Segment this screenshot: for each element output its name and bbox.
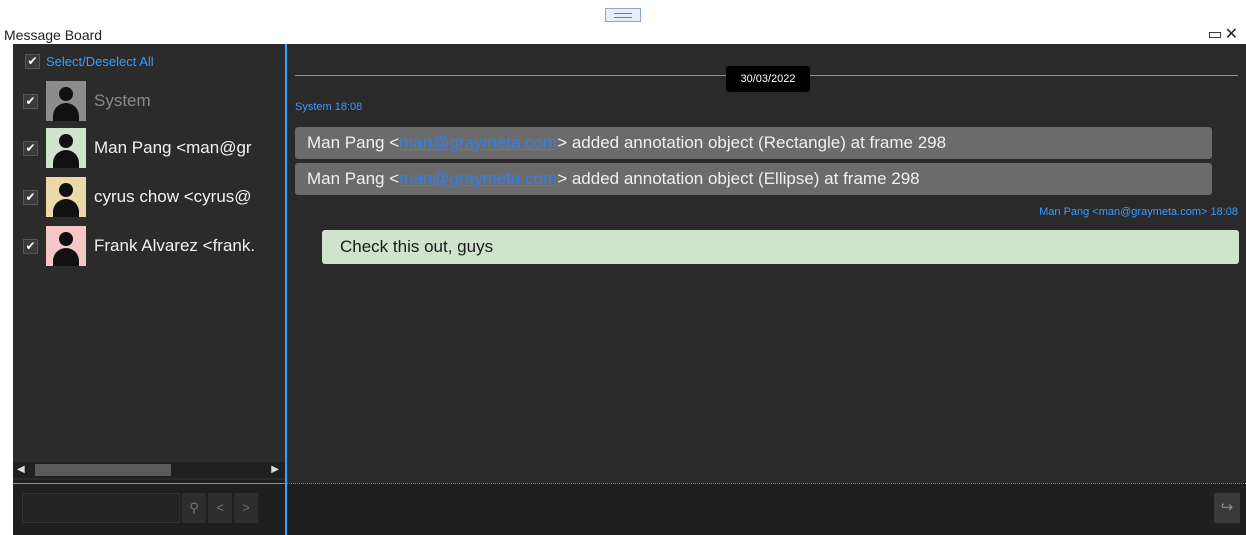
- divider: [13, 483, 285, 484]
- user-list-scrollbar[interactable]: ◀ ▶: [13, 462, 285, 478]
- avatar: [46, 177, 86, 217]
- avatar: [46, 226, 86, 266]
- composer[interactable]: [287, 484, 1246, 535]
- user-item-cyrus-chow[interactable]: ✔ cyrus chow <cyrus@: [23, 177, 252, 217]
- user-name: cyrus chow <cyrus@: [94, 187, 252, 206]
- next-button[interactable]: >: [234, 493, 258, 523]
- search-input[interactable]: [22, 493, 180, 523]
- avatar: [46, 128, 86, 168]
- user-item-man-pang[interactable]: ✔ Man Pang <man@gr: [23, 128, 252, 168]
- avatar: [46, 81, 86, 121]
- drag-handle[interactable]: [605, 8, 641, 22]
- user-checkbox[interactable]: ✔: [23, 189, 38, 205]
- system-message-meta: System 18:08: [295, 101, 363, 113]
- own-message: Check this out, guys: [322, 230, 1239, 264]
- system-message: Man Pang <man@graymeta.com> added annota…: [295, 163, 1212, 195]
- select-all-checkbox[interactable]: ✔: [25, 54, 40, 69]
- own-message-meta: Man Pang <man@graymeta.com> 18:08: [1039, 206, 1238, 218]
- scroll-left-icon[interactable]: ◀: [17, 464, 25, 475]
- select-all-toggle[interactable]: ✔ Select/Deselect All: [25, 54, 154, 69]
- scrollbar-thumb[interactable]: [35, 464, 171, 476]
- scroll-right-icon[interactable]: ▶: [271, 464, 279, 475]
- user-checkbox[interactable]: ✔: [23, 93, 38, 109]
- date-badge: 30/03/2022: [726, 66, 810, 92]
- window-controls[interactable]: ▭✕: [1207, 24, 1240, 44]
- send-icon[interactable]: ↪: [1214, 493, 1240, 523]
- user-item-frank-alvarez[interactable]: ✔ Frank Alvarez <frank.: [23, 226, 255, 266]
- user-list: ✔ Select/Deselect All ✔ System ✔ Man Pan…: [13, 44, 285, 480]
- select-all-label: Select/Deselect All: [46, 54, 154, 69]
- email-link[interactable]: man@graymeta.com: [399, 133, 557, 152]
- search-icon[interactable]: ⚲: [182, 493, 206, 523]
- user-item-system[interactable]: ✔ System: [23, 81, 151, 121]
- prev-button[interactable]: <: [208, 493, 232, 523]
- user-checkbox[interactable]: ✔: [23, 238, 38, 254]
- user-name: Frank Alvarez <frank.: [94, 236, 256, 255]
- user-name: Man Pang <man@gr: [94, 138, 252, 157]
- window-title: Message Board: [4, 27, 103, 43]
- user-checkbox[interactable]: ✔: [23, 140, 38, 156]
- user-name: System: [94, 91, 151, 110]
- system-message: Man Pang <man@graymeta.com> added annota…: [295, 127, 1212, 159]
- email-link[interactable]: man@graymeta.com: [399, 169, 557, 188]
- window-titlebar: Message Board ▭✕: [0, 0, 1246, 44]
